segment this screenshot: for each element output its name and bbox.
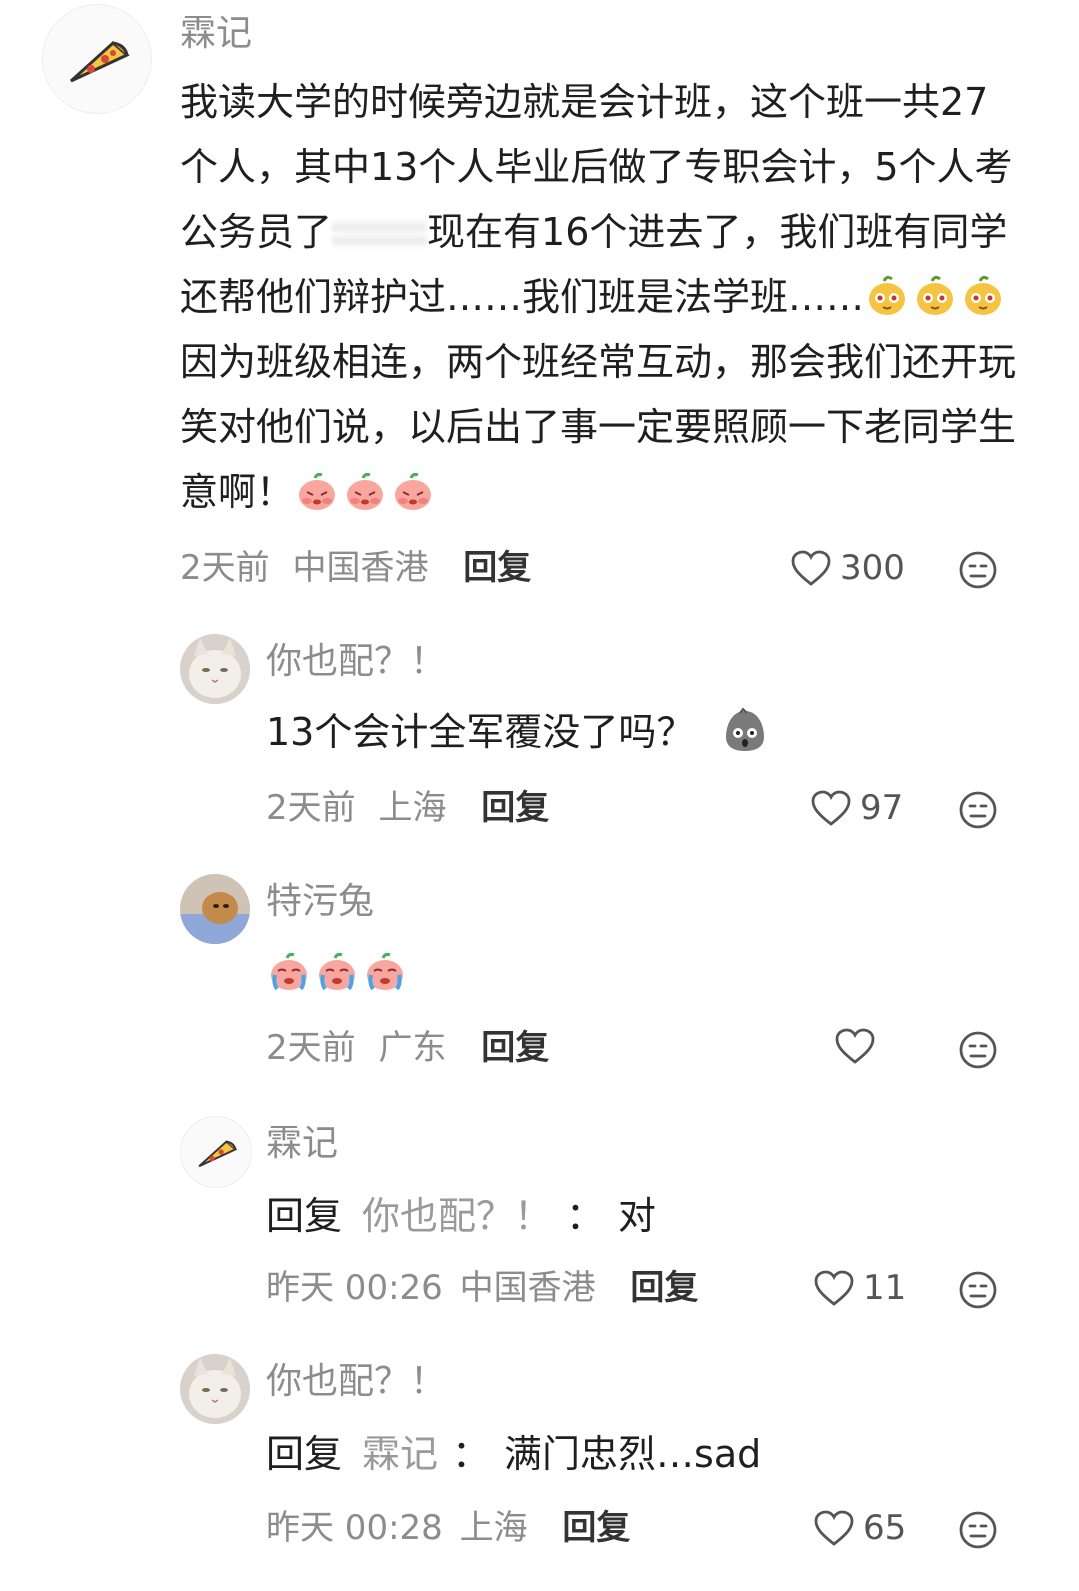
location: 上海: [378, 788, 447, 828]
like-count: 300: [840, 548, 905, 588]
author-name[interactable]: 你也配？！: [266, 640, 446, 684]
comment-text: 我读大学的时候旁边就是会计班，这个班一共27个人，其中13个人毕业后做了专职会计…: [180, 70, 1020, 525]
blurred-text: [332, 219, 428, 249]
location: 中国香港: [459, 1268, 596, 1308]
timestamp: 昨天 00:26: [266, 1268, 443, 1308]
timestamp: 2天前: [266, 788, 356, 828]
neutral-face-icon[interactable]: [958, 1510, 998, 1550]
author-name[interactable]: 霖记: [266, 1122, 338, 1166]
comment-text-body: 13个会计全军覆没了吗？: [266, 710, 695, 754]
like-button[interactable]: 11: [813, 1267, 906, 1309]
reply-word: 回复: [266, 1194, 343, 1238]
reply-separator: ：: [452, 1432, 491, 1476]
comment-text: 13个会计全军覆没了吗？: [266, 700, 1026, 765]
timestamp: 2天前: [180, 548, 270, 588]
avatar-white-cat[interactable]: [180, 634, 250, 704]
location: 中国香港: [292, 548, 429, 588]
pink-peach-cry-emoji: [362, 947, 408, 993]
reply-button[interactable]: 回复: [630, 1268, 698, 1308]
author-name[interactable]: 你也配？！: [266, 1360, 446, 1404]
reply-text: 回复 霖记 ： 满门忠烈…sad: [266, 1422, 1026, 1487]
cat-avatar-icon: [180, 634, 250, 704]
pink-peach-shy-emoji: [390, 467, 436, 513]
reply-button[interactable]: 回复: [481, 788, 549, 828]
like-button[interactable]: 300: [790, 547, 905, 589]
reply-separator: ：: [566, 1194, 605, 1238]
neutral-face-icon[interactable]: [958, 1030, 998, 1070]
avatar-cat-blanket[interactable]: [180, 874, 250, 944]
comment-emojis: [266, 940, 566, 1005]
pink-peach-shy-emoji: [294, 467, 340, 513]
pink-peach-cry-emoji: [266, 947, 312, 993]
comment-meta: 昨天 00:26 中国香港 回复: [266, 1267, 698, 1309]
pink-peach-cry-emoji: [314, 947, 360, 993]
comment-meta: 2天前 中国香港 回复: [180, 547, 531, 589]
reply-text: 回复 你也配？！ ： 对: [266, 1184, 1026, 1249]
heart-outline-icon: [811, 790, 851, 826]
neutral-face-icon[interactable]: [958, 550, 998, 590]
pink-peach-shy-emoji: [342, 467, 388, 513]
yellow-pear-emoji: [912, 272, 958, 318]
location: 广东: [378, 1028, 447, 1068]
timestamp: 昨天 00:28: [266, 1508, 443, 1548]
heart-outline-icon: [814, 1270, 854, 1306]
author-name[interactable]: 特污兔: [266, 880, 374, 924]
yellow-pear-emoji: [960, 272, 1006, 318]
comment-meta: 2天前 广东 回复: [266, 1027, 549, 1069]
reply-button[interactable]: 回复: [481, 1028, 549, 1068]
like-button[interactable]: [834, 1027, 876, 1065]
pizza-icon: [69, 41, 130, 83]
comment-meta: 昨天 00:28 上海 回复: [266, 1507, 630, 1549]
reply-button[interactable]: 回复: [463, 548, 531, 588]
like-count: 97: [860, 788, 904, 828]
heart-outline-icon: [835, 1028, 875, 1064]
author-name[interactable]: 霖记: [180, 12, 252, 56]
neutral-face-icon[interactable]: [958, 1270, 998, 1310]
like-count: 11: [863, 1268, 907, 1308]
heart-outline-icon: [814, 1510, 854, 1546]
reply-button[interactable]: 回复: [562, 1508, 630, 1548]
comment-meta: 2天前 上海 回复: [266, 787, 549, 829]
avatar-white-cat[interactable]: [180, 1354, 250, 1424]
heart-outline-icon: [791, 550, 831, 586]
like-count: 65: [863, 1508, 907, 1548]
like-button[interactable]: 65: [813, 1507, 906, 1549]
gray-shock-emoji: [722, 707, 768, 753]
reply-body: 对: [618, 1194, 657, 1238]
neutral-face-icon[interactable]: [958, 790, 998, 830]
cat-avatar-icon: [180, 874, 250, 944]
avatar-pizza[interactable]: [180, 1116, 252, 1188]
avatar-pizza[interactable]: [42, 4, 152, 114]
cat-avatar-icon: [180, 1354, 250, 1424]
pizza-icon: [198, 1140, 238, 1168]
like-button[interactable]: 97: [810, 787, 903, 829]
reply-to-name[interactable]: 霖记: [362, 1432, 438, 1476]
timestamp: 2天前: [266, 1028, 356, 1068]
reply-word: 回复: [266, 1432, 343, 1476]
reply-to-name[interactable]: 你也配？！: [362, 1194, 552, 1238]
yellow-pear-emoji: [864, 272, 910, 318]
location: 上海: [459, 1508, 528, 1548]
reply-body: 满门忠烈…sad: [504, 1432, 762, 1476]
